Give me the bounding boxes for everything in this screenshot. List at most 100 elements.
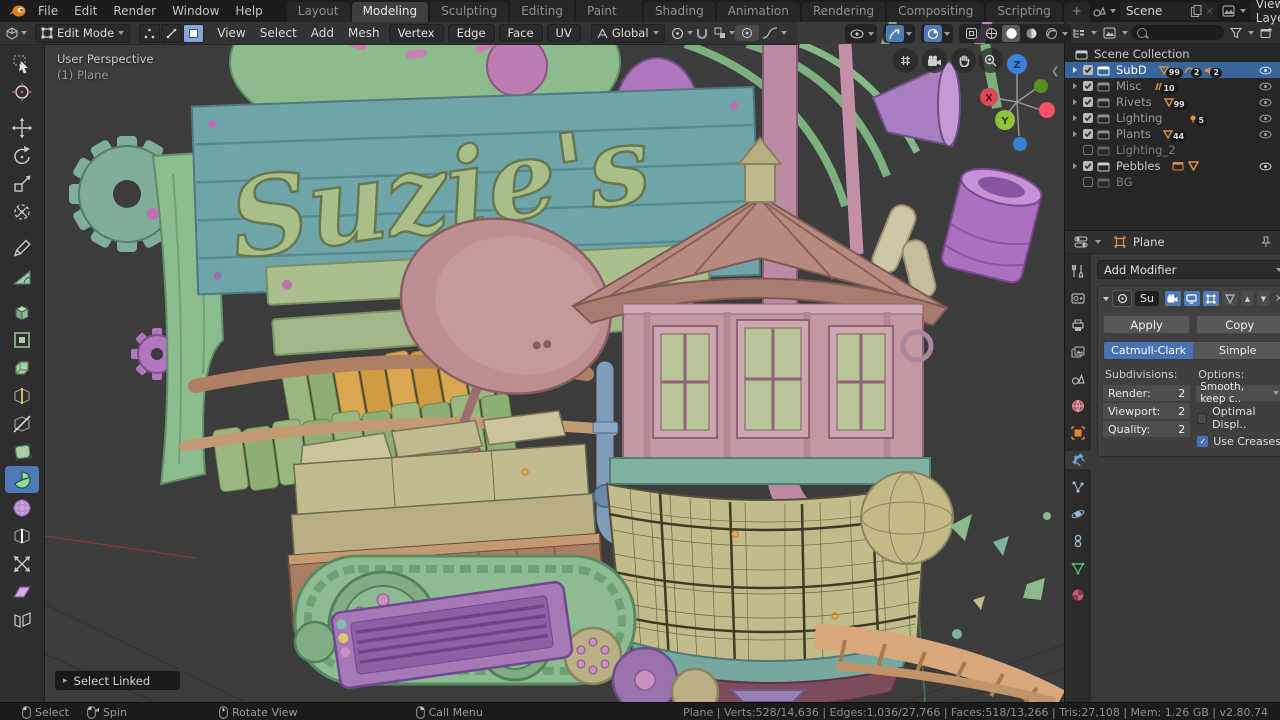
new-scene-icon[interactable] <box>1191 5 1202 17</box>
outliner-display-mode-icon[interactable] <box>1069 27 1088 39</box>
edge-select-button[interactable] <box>161 23 183 43</box>
exclude-checkbox[interactable] <box>1083 129 1093 139</box>
catmull-clark-button[interactable]: Catmull-Clark <box>1104 342 1194 359</box>
proportional-toggle-icon[interactable] <box>924 25 942 42</box>
tool-inset-faces[interactable] <box>5 326 39 353</box>
tool-transform[interactable] <box>5 198 39 225</box>
outliner-row-bg[interactable]: BG <box>1065 174 1280 190</box>
tool-annotate[interactable] <box>5 234 39 261</box>
exclude-checkbox[interactable] <box>1083 161 1093 171</box>
outliner-mode-chevron-icon[interactable] <box>1091 30 1097 35</box>
modifier-realtime-toggle[interactable] <box>1183 291 1200 306</box>
outliner-row-subd[interactable]: SubD 99 2 2 <box>1065 62 1280 78</box>
expand-arrow-icon[interactable] <box>1071 99 1079 105</box>
apply-button[interactable]: Apply <box>1103 315 1191 334</box>
tool-shrink-fatten[interactable] <box>5 550 39 577</box>
snap-options-chevron-icon[interactable] <box>906 31 912 36</box>
quality-field[interactable]: Quality: 2 <box>1103 421 1191 437</box>
tool-cursor[interactable] <box>5 78 39 105</box>
transform-orientation-dropdown[interactable]: Global <box>590 23 665 43</box>
tool-loop-cut[interactable] <box>5 382 39 409</box>
operator-panel[interactable]: ▸ Select Linked <box>55 671 181 690</box>
pin-icon[interactable] <box>1257 236 1274 248</box>
modifier-move-down-button[interactable]: ▼ <box>1256 291 1270 306</box>
outliner-row-lighting[interactable]: Lighting 5 <box>1065 110 1280 126</box>
copy-button[interactable]: Copy <box>1196 315 1280 334</box>
properties-editor-type-icon[interactable] <box>1071 236 1091 248</box>
toggle-ortho-icon[interactable] <box>893 48 918 73</box>
view-layer-icon[interactable] <box>1222 5 1236 17</box>
expand-arrow-icon[interactable] <box>1071 131 1079 137</box>
tab-modifiers[interactable] <box>1065 451 1091 469</box>
tab-output[interactable] <box>1066 316 1090 334</box>
menu-view[interactable]: View <box>210 22 252 44</box>
exclude-checkbox[interactable] <box>1083 97 1093 107</box>
show-overlays-icon[interactable] <box>982 25 1000 42</box>
view-layer-dropdown-chevron-icon[interactable] <box>1239 9 1246 13</box>
filter-chevron-icon[interactable] <box>1248 30 1254 35</box>
expand-arrow-icon[interactable] <box>1071 163 1079 169</box>
tab-layout[interactable]: Layout <box>286 2 350 22</box>
tool-select-box[interactable] <box>5 50 39 77</box>
tool-knife[interactable] <box>5 410 39 437</box>
add-workspace-button[interactable]: + <box>1063 2 1090 22</box>
tool-extrude-region[interactable] <box>5 298 39 325</box>
visibility-chevron-icon[interactable] <box>868 31 874 36</box>
simple-button[interactable]: Simple <box>1193 342 1280 359</box>
exclude-checkbox[interactable] <box>1083 81 1093 91</box>
mode-dropdown[interactable]: Edit Mode <box>35 23 131 43</box>
properties-editor-chevron-icon[interactable] <box>1095 240 1101 244</box>
filter-funnel-icon[interactable] <box>1227 27 1245 39</box>
tab-sculpting[interactable]: Sculpting <box>430 2 509 22</box>
render-subdivisions-field[interactable]: Render: 2 <box>1103 385 1191 401</box>
menu-edit[interactable]: Edit <box>66 0 105 22</box>
tab-scene[interactable] <box>1066 370 1090 388</box>
tab-tool[interactable] <box>1066 262 1090 280</box>
unlink-scene-icon[interactable]: × <box>1205 6 1213 17</box>
outliner-id-chevron-icon[interactable] <box>1122 30 1128 35</box>
hide-eye-icon[interactable] <box>1259 114 1272 123</box>
outliner-row-lighting-2[interactable]: Lighting_2 <box>1065 142 1280 158</box>
proportional-editing-icon[interactable] <box>734 25 759 41</box>
tab-animation[interactable]: Animation <box>716 2 800 22</box>
expand-arrow-icon[interactable] <box>1071 83 1079 89</box>
face-select-button[interactable] <box>183 23 205 43</box>
snap-chevron-icon[interactable] <box>728 31 735 35</box>
tab-texture-paint[interactable]: Texture Paint <box>576 0 642 22</box>
snap-toggle-icon[interactable] <box>886 25 904 42</box>
add-modifier-dropdown[interactable]: Add Modifier <box>1097 260 1280 279</box>
modifier-move-up-button[interactable]: ▲ <box>1240 291 1254 306</box>
tool-rotate[interactable] <box>5 142 39 169</box>
modifier-cage-toggle[interactable] <box>1221 291 1238 306</box>
use-creases-checkbox[interactable]: ✓ <box>1197 436 1209 447</box>
shading-chevron-icon[interactable] <box>1062 31 1068 36</box>
shading-rendered-icon[interactable] <box>1042 25 1060 42</box>
outliner-search-input[interactable] <box>1131 25 1224 40</box>
hide-eye-icon[interactable] <box>1259 130 1272 139</box>
hide-eye-icon[interactable] <box>1259 66 1272 75</box>
menu-help[interactable]: Help <box>227 0 270 22</box>
tool-move[interactable] <box>5 114 39 141</box>
expand-arrow-icon[interactable] <box>1071 115 1079 121</box>
menu-mesh[interactable]: Mesh <box>341 22 387 44</box>
hide-eye-icon[interactable] <box>1259 82 1272 91</box>
tool-measure[interactable] <box>5 262 39 289</box>
modifier-render-toggle[interactable] <box>1164 291 1181 306</box>
tab-scripting[interactable]: Scripting <box>986 2 1062 22</box>
vertex-select-button[interactable] <box>139 23 161 43</box>
outliner-filter-id-icon[interactable] <box>1100 27 1119 39</box>
expand-arrow-icon[interactable] <box>1071 67 1079 73</box>
new-collection-icon[interactable] <box>1257 27 1276 39</box>
tab-uv-editing[interactable]: UV Editing <box>510 0 574 22</box>
editor-type-button[interactable] <box>0 26 32 40</box>
show-gizmo-icon[interactable] <box>962 25 980 42</box>
menu-render[interactable]: Render <box>105 0 164 22</box>
outliner-row-scene-collection[interactable]: Scene Collection <box>1065 46 1280 62</box>
tab-view-layer[interactable] <box>1066 343 1090 361</box>
tool-scale[interactable] <box>5 170 39 197</box>
modifier-name-field[interactable]: Su <box>1135 291 1159 306</box>
navigation-gizmo[interactable]: Z X Y <box>965 50 1055 154</box>
menu-window[interactable]: Window <box>164 0 227 22</box>
menu-vertex[interactable]: Vertex <box>388 24 444 42</box>
tab-particles[interactable] <box>1066 478 1090 496</box>
